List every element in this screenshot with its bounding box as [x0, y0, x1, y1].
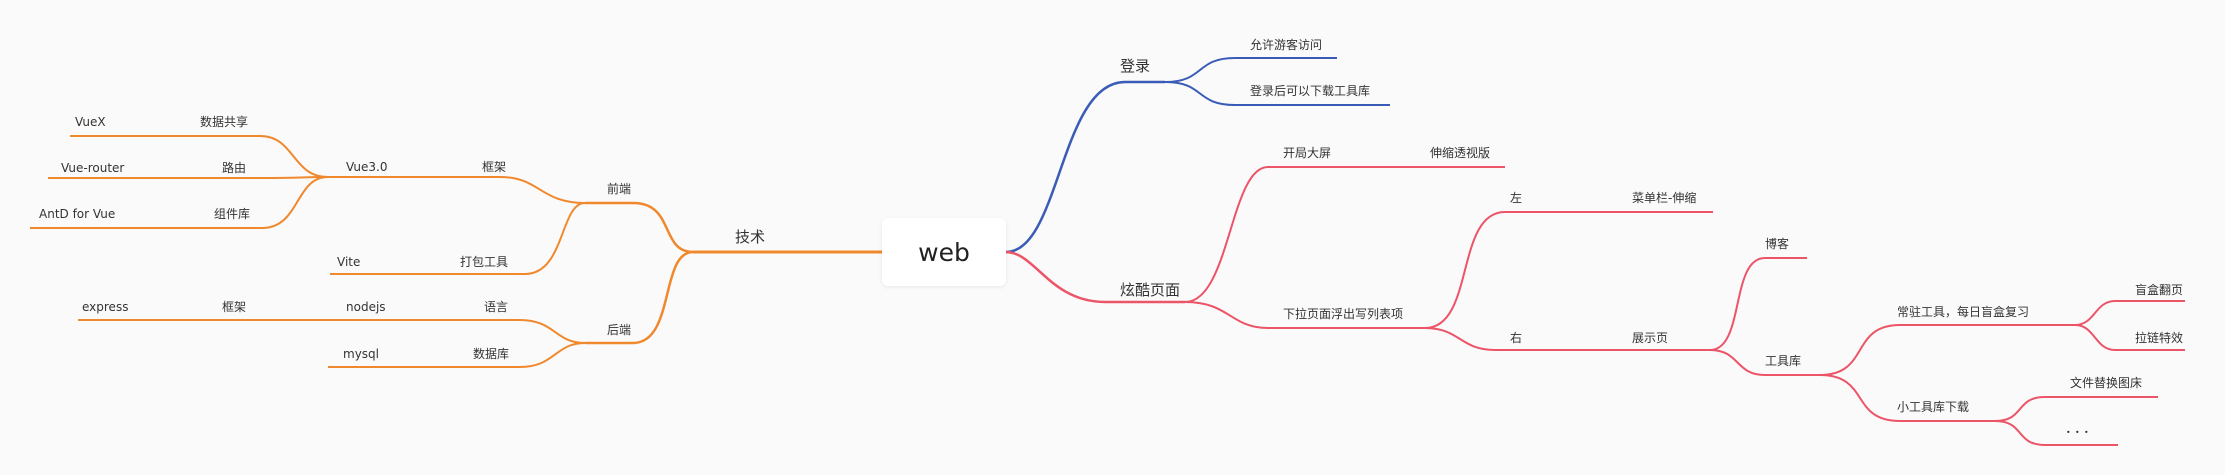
mind-map-connectors	[30, 57, 2185, 446]
node-antd[interactable]: AntD for Vue	[39, 206, 115, 222]
node-menu-collapse[interactable]: 菜单栏-伸缩	[1632, 190, 1696, 206]
node-language[interactable]: 语言	[484, 299, 508, 315]
connector-tech-backend	[585, 250, 694, 345]
node-dropdown-list[interactable]: 下拉页面浮出写列表项	[1283, 306, 1403, 322]
connector-login-guest	[1164, 57, 1337, 83]
connector-frontend-vite	[330, 202, 586, 275]
node-blindbox[interactable]: 盲盒翻页	[2135, 282, 2183, 298]
node-vue3[interactable]: Vue3.0	[346, 159, 387, 175]
node-daily-tools[interactable]: 常驻工具，每日盲盒复习	[1897, 304, 2029, 320]
node-component-lib[interactable]: 组件库	[214, 206, 250, 222]
root-node[interactable]: web	[882, 218, 1006, 286]
node-backend[interactable]: 后端	[607, 322, 631, 338]
connector-backend-nodejs	[78, 319, 586, 344]
connector-coolpage-bigscreen	[1184, 166, 1345, 303]
connector-tech-frontend	[585, 201, 694, 254]
node-routing[interactable]: 路由	[222, 160, 246, 176]
node-tech[interactable]: 技术	[735, 229, 765, 245]
node-express[interactable]: express	[82, 299, 128, 315]
mind-map: web 登录 允许游客访问 登录后可以下载工具库 炫酷页面 开局大屏 伸缩透视版…	[0, 0, 2225, 475]
root-label: web	[918, 237, 970, 267]
node-file-replace[interactable]: 文件替换图床	[2070, 375, 2142, 391]
node-big-screen[interactable]: 开局大屏	[1283, 145, 1331, 161]
node-showcase[interactable]: 展示页	[1632, 330, 1668, 346]
node-framework-be[interactable]: 框架	[222, 299, 246, 315]
connector-smalltools-more	[1994, 420, 2118, 446]
connector-dropdown-left	[1424, 211, 1545, 329]
node-nodejs[interactable]: nodejs	[346, 299, 386, 315]
connector-dropdown-right	[1424, 327, 1545, 351]
node-data-share[interactable]: 数据共享	[200, 114, 248, 130]
node-right[interactable]: 右	[1510, 330, 1522, 346]
connector-web-login	[1005, 80, 1165, 254]
node-small-tools-download[interactable]: 小工具库下载	[1897, 399, 1969, 415]
connector-smalltools-filereplace	[1994, 396, 2158, 422]
node-blog[interactable]: 博客	[1765, 236, 1789, 252]
node-database[interactable]: 数据库	[473, 346, 509, 362]
node-framework-fe[interactable]: 框架	[482, 159, 506, 175]
node-download-after-login[interactable]: 登录后可以下载工具库	[1250, 83, 1370, 99]
node-bundler[interactable]: 打包工具	[460, 254, 508, 270]
node-perspective[interactable]: 伸缩透视版	[1430, 145, 1490, 161]
connector-showcase-blog	[1709, 257, 1807, 351]
connector-daily-blindbox	[2074, 300, 2185, 326]
connector-toolbox-daily	[1819, 324, 2075, 376]
node-guest-access[interactable]: 允许游客访问	[1250, 37, 1322, 53]
node-left[interactable]: 左	[1510, 190, 1522, 206]
node-cool-page[interactable]: 炫酷页面	[1120, 282, 1180, 298]
node-vite[interactable]: Vite	[337, 254, 360, 270]
node-login[interactable]: 登录	[1120, 58, 1150, 74]
connector-frontend-vue3	[328, 176, 586, 204]
node-toolbox[interactable]: 工具库	[1765, 353, 1801, 369]
node-more[interactable]: ．．．	[2065, 421, 2099, 437]
node-vue-router[interactable]: Vue-router	[61, 160, 124, 176]
connector-vue3-router	[48, 176, 329, 179]
node-mysql[interactable]: mysql	[343, 346, 379, 362]
node-zipper-effect[interactable]: 拉链特效	[2135, 330, 2183, 346]
node-frontend[interactable]: 前端	[607, 181, 631, 197]
node-vuex[interactable]: VueX	[75, 114, 106, 130]
